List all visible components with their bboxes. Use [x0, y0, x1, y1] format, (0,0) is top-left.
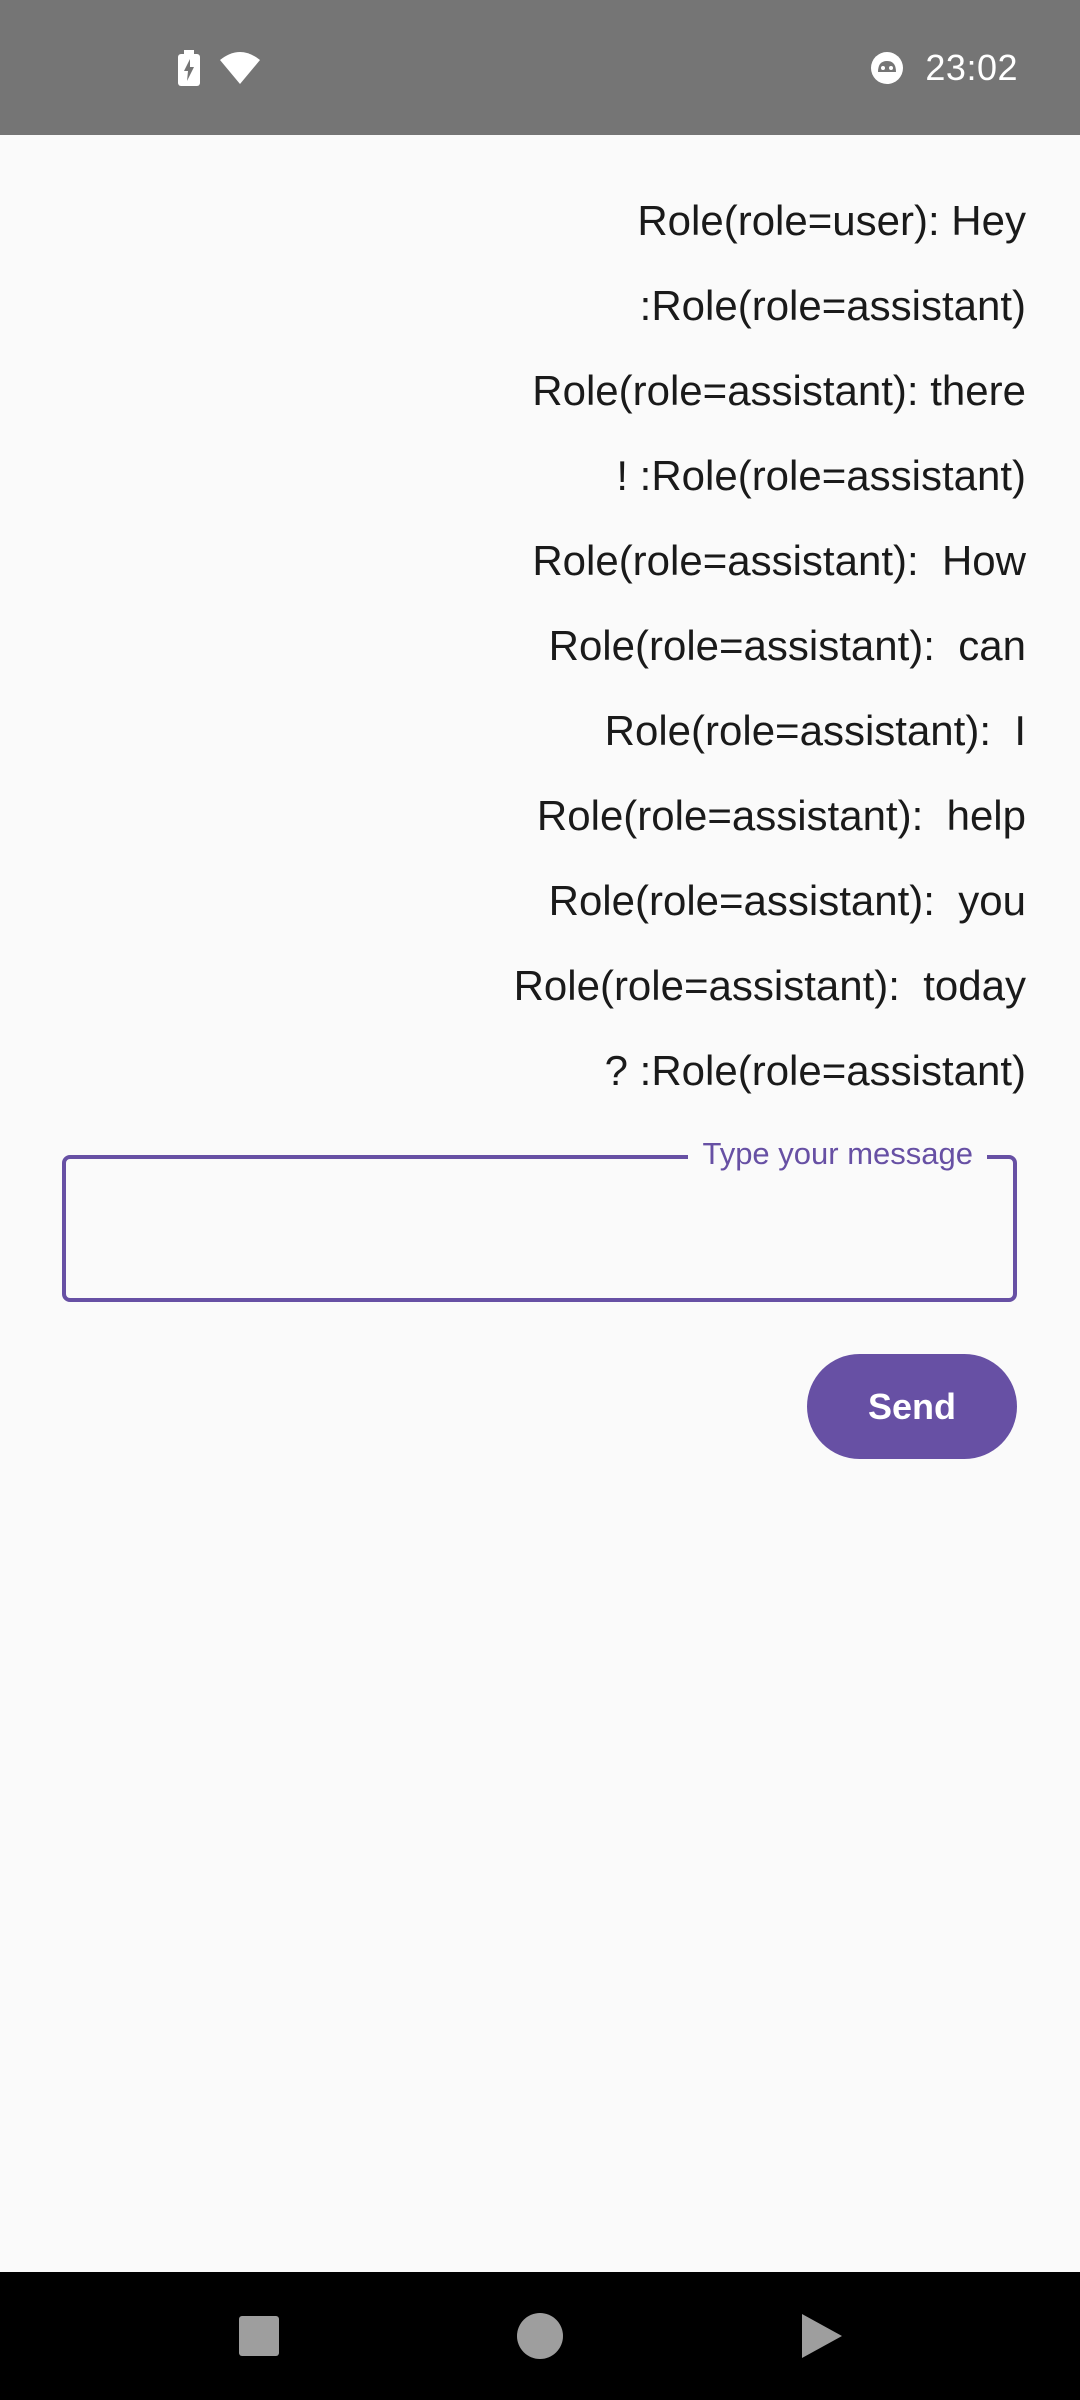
message-item: Role(role=assistant): I: [604, 707, 1026, 754]
message-item: :Role(role=assistant): [639, 282, 1026, 329]
message-item: Role(role=assistant): today: [513, 962, 1026, 1009]
status-icons-left: [178, 48, 260, 88]
message-input-container: Type your message: [62, 1133, 1017, 1302]
status-bar: 23:02: [0, 0, 1080, 135]
home-button[interactable]: [480, 2272, 600, 2400]
status-icons-right: 23:02: [869, 44, 1018, 92]
notification-face-icon: [869, 50, 905, 86]
message-list: Role(role=user): Hey :Role(role=assistan…: [40, 178, 1026, 1113]
recents-button[interactable]: [199, 2272, 319, 2400]
message-item: Role(role=assistant): there: [532, 367, 1026, 414]
message-item: Role(role=assistant): help: [536, 792, 1026, 839]
recents-square-icon: [239, 2316, 279, 2356]
battery-charging-icon: [178, 50, 200, 86]
message-input[interactable]: [86, 1195, 990, 1267]
home-circle-icon: [516, 2312, 564, 2360]
wifi-icon: [220, 52, 260, 84]
message-item: Role(role=assistant): you: [548, 877, 1026, 924]
back-triangle-icon: [800, 2312, 844, 2360]
message-item: ? :Role(role=assistant): [604, 1047, 1026, 1094]
message-item: Role(role=assistant): How: [532, 537, 1026, 584]
status-time: 23:02: [925, 47, 1018, 88]
message-input-label: Type your message: [688, 1133, 987, 1175]
navigation-bar: [0, 2272, 1080, 2400]
message-item: ! :Role(role=assistant): [616, 452, 1026, 499]
message-item: Role(role=assistant): can: [548, 622, 1026, 669]
back-button[interactable]: [762, 2272, 882, 2400]
message-item: Role(role=user): Hey: [637, 197, 1026, 244]
send-button[interactable]: Send: [807, 1354, 1017, 1459]
